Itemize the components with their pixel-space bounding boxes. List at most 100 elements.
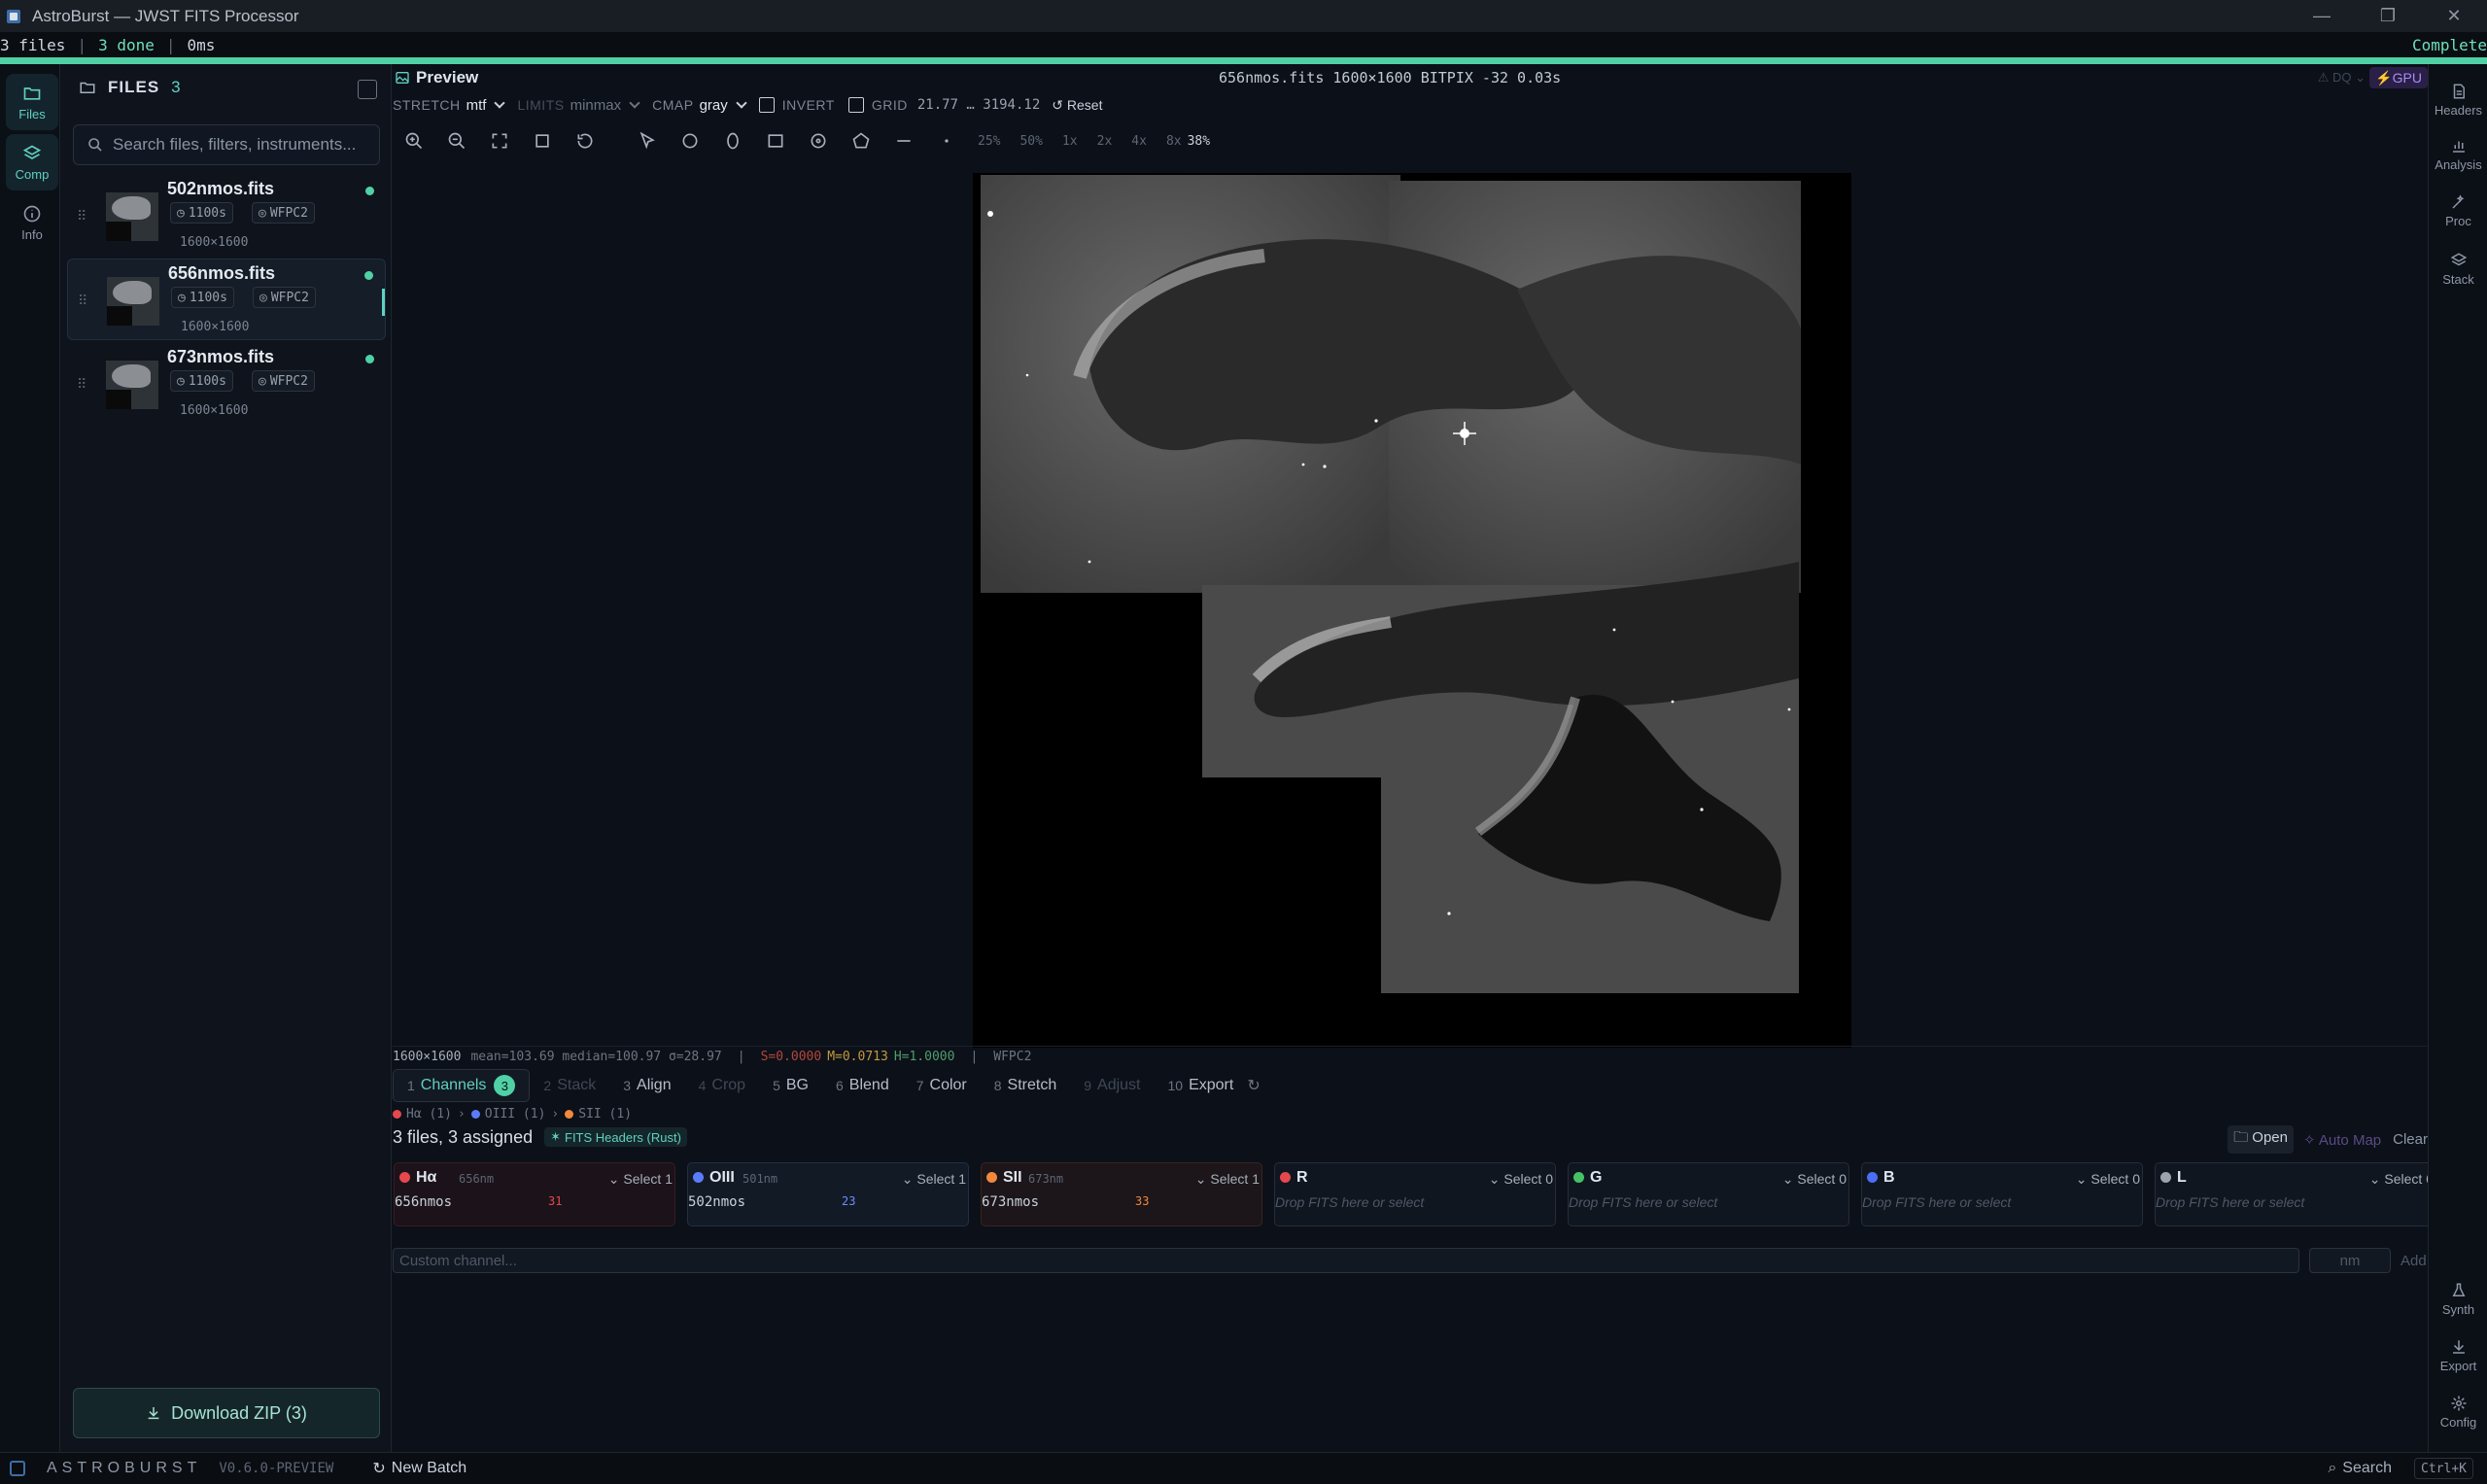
- tab-number: 5: [773, 1078, 780, 1093]
- nm-input[interactable]: nm: [2309, 1248, 2391, 1273]
- fit-button[interactable]: [478, 126, 521, 155]
- rail-export-button[interactable]: Export: [2429, 1329, 2487, 1382]
- zoom-1x[interactable]: 1x: [1062, 134, 1078, 149]
- tab-stack[interactable]: 2 Stack: [530, 1069, 609, 1102]
- tab-stretch[interactable]: 8 Stretch: [981, 1069, 1070, 1102]
- channel-drop-zone[interactable]: Drop FITS here or select: [1275, 1194, 1424, 1210]
- search-icon: ⌕: [2328, 1460, 2337, 1476]
- channel-drop-zone[interactable]: Drop FITS here or select: [2156, 1194, 2304, 1210]
- auto-map-button[interactable]: ✧ Auto Map: [2303, 1131, 2381, 1149]
- rail-comp-label: Comp: [15, 166, 50, 182]
- rectangle-tool[interactable]: [754, 126, 797, 155]
- channel-select-dropdown[interactable]: ⌄ Select 0: [1782, 1171, 1847, 1188]
- actual-size-button[interactable]: [521, 126, 564, 155]
- channel-select-dropdown[interactable]: ⌄ Select 0: [2369, 1171, 2434, 1188]
- pointer-tool[interactable]: [626, 126, 669, 155]
- folder-open-icon: [80, 82, 95, 93]
- tab-channels[interactable]: 1 Channels 3: [393, 1069, 531, 1102]
- cmap-select[interactable]: gray: [700, 97, 747, 114]
- file-item-selected[interactable]: ⠿ 656nmos.fits ◷ 1100s ◎ WFPC2 1600×1600: [67, 259, 386, 340]
- close-icon[interactable]: ✕: [2421, 0, 2487, 32]
- drag-handle-icon[interactable]: ⠿: [77, 208, 86, 224]
- zoom-25[interactable]: 25%: [978, 134, 1000, 149]
- rail-config-button[interactable]: Config: [2429, 1386, 2487, 1438]
- invert-checkbox[interactable]: [758, 97, 775, 113]
- channel-card-b[interactable]: B ⌄ Select 0 Drop FITS here or select: [1861, 1162, 2143, 1226]
- channel-card-g[interactable]: G ⌄ Select 0 Drop FITS here or select: [1568, 1162, 1849, 1226]
- drag-handle-icon[interactable]: ⠿: [77, 376, 86, 393]
- fits-headers-badge[interactable]: ✶ FITS Headers (Rust): [544, 1127, 687, 1147]
- tab-crop[interactable]: 4 Crop: [685, 1069, 759, 1102]
- line-tool[interactable]: [882, 126, 925, 155]
- annulus-tool[interactable]: [797, 126, 840, 155]
- channel-select-label: Select 0: [2384, 1171, 2434, 1187]
- rotate-button[interactable]: [564, 126, 606, 155]
- zoom-out-button[interactable]: [435, 126, 478, 155]
- channel-select-dropdown[interactable]: ⌄ Select 1: [1195, 1171, 1260, 1188]
- tab-align[interactable]: 3 Align: [609, 1069, 684, 1102]
- rail-analysis-button[interactable]: Analysis: [2429, 128, 2487, 181]
- download-zip-button[interactable]: Download ZIP (3): [73, 1388, 380, 1438]
- minimize-icon[interactable]: —: [2289, 0, 2355, 32]
- flask-icon: [2452, 1283, 2465, 1296]
- tab-bg[interactable]: 5 BG: [759, 1069, 822, 1102]
- rail-headers-button[interactable]: Headers: [2429, 74, 2487, 126]
- zoom-2x[interactable]: 2x: [1097, 134, 1113, 149]
- channel-card-oiii[interactable]: OIII 501nm ⌄ Select 1 502nmos 23: [687, 1162, 969, 1226]
- channel-card-l[interactable]: L ⌄ Select 0 Drop FITS here or select: [2155, 1162, 2436, 1226]
- tab-adjust[interactable]: 9 Adjust: [1070, 1069, 1154, 1102]
- rail-info-button[interactable]: Info: [6, 194, 58, 251]
- file-item[interactable]: ⠿ 673nmos.fits ◷ 1100s ◎ WFPC2 1600×1600: [67, 343, 386, 425]
- channel-select-dropdown[interactable]: ⌄ Select 0: [2076, 1171, 2140, 1188]
- zoom-50[interactable]: 50%: [1019, 134, 1042, 149]
- dq-toggle[interactable]: ⚠ DQ ⌄: [2318, 70, 2366, 86]
- new-batch-button[interactable]: ↻ New Batch: [372, 1459, 466, 1478]
- reset-button[interactable]: ↺ Reset: [1052, 97, 1102, 114]
- channel-select-label: Select 1: [916, 1171, 966, 1187]
- maximize-icon[interactable]: ❐: [2355, 0, 2421, 32]
- add-channel-button[interactable]: Add: [2401, 1248, 2427, 1273]
- stats-values: mean=103.69 median=100.97 σ=28.97: [470, 1050, 722, 1064]
- rail-synth-button[interactable]: Synth: [2429, 1273, 2487, 1326]
- rail-proc-button[interactable]: Proc: [2429, 185, 2487, 237]
- refresh-icon[interactable]: ↻: [1247, 1076, 1260, 1095]
- global-search-button[interactable]: ⌕ Search: [2328, 1460, 2392, 1477]
- custom-channel-input[interactable]: Custom channel...: [393, 1248, 2299, 1273]
- rail-files-button[interactable]: Files: [6, 74, 58, 130]
- separator: |: [77, 35, 87, 54]
- ellipse-tool[interactable]: [711, 126, 754, 155]
- clear-button[interactable]: Clear: [2393, 1131, 2428, 1148]
- channel-card-ha[interactable]: Hα 656nm ⌄ Select 1 656nmos 31: [394, 1162, 675, 1226]
- open-button[interactable]: 🗀 Open: [2228, 1125, 2294, 1154]
- zoom-4x[interactable]: 4x: [1131, 134, 1147, 149]
- channel-drop-zone[interactable]: Drop FITS here or select: [1862, 1194, 2011, 1210]
- fits-image[interactable]: [973, 173, 1851, 1048]
- circle-tool[interactable]: [669, 126, 711, 155]
- document-icon: [2453, 84, 2465, 99]
- tab-export[interactable]: 10 Export: [1155, 1069, 1248, 1102]
- zoom-in-button[interactable]: [393, 126, 435, 155]
- channel-select-dropdown[interactable]: ⌄ Select 0: [1489, 1171, 1553, 1188]
- stretch-select[interactable]: mtf: [466, 97, 506, 114]
- polygon-tool[interactable]: [840, 126, 882, 155]
- zoom-8x[interactable]: 8x: [1166, 134, 1182, 149]
- channel-card-sii[interactable]: SII 673nm ⌄ Select 1 673nmos 33: [981, 1162, 1262, 1226]
- collapse-panel-icon[interactable]: [358, 80, 377, 99]
- channel-drop-zone[interactable]: Drop FITS here or select: [1569, 1194, 1717, 1210]
- gpu-badge[interactable]: ⚡ GPU: [2369, 67, 2428, 88]
- search-input[interactable]: [113, 135, 375, 155]
- channel-select-dropdown[interactable]: ⌄ Select 1: [902, 1171, 966, 1188]
- channel-card-r[interactable]: R ⌄ Select 0 Drop FITS here or select: [1274, 1162, 1556, 1226]
- limits-select[interactable]: minmax: [570, 97, 640, 114]
- channel-select-dropdown[interactable]: ⌄ Select 1: [608, 1171, 673, 1188]
- file-thumbnail: [106, 361, 158, 409]
- tab-blend[interactable]: 6 Blend: [822, 1069, 903, 1102]
- drag-handle-icon[interactable]: ⠿: [78, 293, 87, 309]
- rail-stack-button[interactable]: Stack: [2429, 243, 2487, 295]
- point-tool[interactable]: [925, 126, 968, 155]
- tab-color[interactable]: 7 Color: [903, 1069, 981, 1102]
- rail-comp-button[interactable]: Comp: [6, 134, 58, 190]
- grid-checkbox[interactable]: [847, 97, 864, 113]
- file-item[interactable]: ⠿ 502nmos.fits ◷ 1100s ◎ WFPC2 1600×1600: [67, 175, 386, 257]
- image-canvas[interactable]: [393, 169, 2428, 1048]
